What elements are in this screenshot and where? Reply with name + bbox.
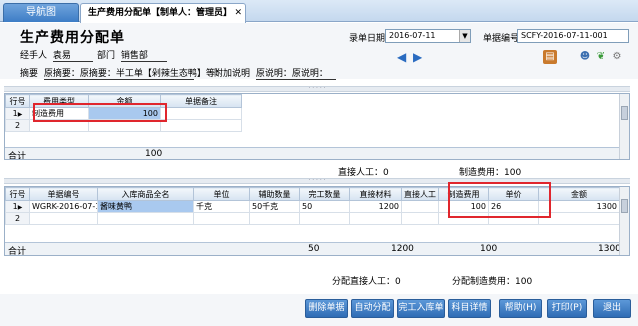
folder-icon[interactable]: ▤ bbox=[543, 50, 557, 64]
highlight-box bbox=[33, 103, 167, 122]
col-unit: 单位 bbox=[193, 187, 250, 201]
date-label: 录单日期 bbox=[349, 34, 386, 44]
qty-cell[interactable] bbox=[299, 212, 350, 225]
aux-qty-cell[interactable] bbox=[249, 212, 300, 225]
material-cell[interactable]: 1200 bbox=[349, 200, 402, 213]
highlight-box bbox=[448, 182, 551, 218]
dept-label: 部门 bbox=[97, 51, 116, 61]
finished-warehouse-button[interactable]: 完工入库单 bbox=[397, 299, 445, 318]
total-material: 1200 bbox=[391, 244, 414, 254]
close-icon[interactable]: ✕ bbox=[234, 4, 242, 22]
tab-bar: 导航图 生产费用分配单【制单人：管理员】 ✕ bbox=[0, 0, 638, 23]
total-amount: 1300 bbox=[598, 244, 621, 254]
expense-total-row: 合计 100 bbox=[5, 147, 619, 160]
tab-production-cost-allocation[interactable]: 生产费用分配单【制单人：管理员】 ✕ bbox=[80, 3, 246, 23]
delete-bill-button[interactable]: 删除单据 bbox=[305, 299, 348, 318]
manufacturing-summary: 制造费用：100 bbox=[459, 168, 522, 178]
print-button[interactable]: 打印(P) bbox=[547, 299, 587, 318]
page-title: 生产费用分配单 bbox=[20, 30, 125, 46]
unit-cell[interactable] bbox=[193, 212, 250, 225]
total-qty: 50 bbox=[308, 244, 320, 254]
unit-cell[interactable]: 千克 bbox=[193, 200, 250, 213]
labor-cell[interactable] bbox=[401, 200, 439, 213]
billno-label: 单据编号 bbox=[483, 34, 520, 44]
allocation-total-row: 合计 50 1200 100 1300 bbox=[5, 242, 621, 256]
handler-label: 经手人 bbox=[20, 51, 48, 61]
note-field: 附加说明 原说明：原说明： bbox=[214, 66, 336, 80]
gear-icon[interactable]: ⚙ bbox=[610, 50, 624, 64]
row-number: 2 bbox=[5, 119, 30, 132]
billno-cell[interactable]: WGRK-2016-07-11-0 bbox=[29, 200, 98, 213]
material-cell[interactable] bbox=[349, 212, 402, 225]
note-cell[interactable] bbox=[160, 107, 242, 120]
splitter-top[interactable]: · · · · · bbox=[4, 86, 630, 92]
alloc-mfg-summary: 分配制造费用：100 bbox=[452, 277, 533, 287]
col-qty: 完工数量 bbox=[299, 187, 350, 201]
col-bill-note: 单据备注 bbox=[160, 94, 242, 108]
qty-cell[interactable]: 50 bbox=[299, 200, 350, 213]
user-icon[interactable]: ☻ bbox=[578, 50, 592, 64]
billno-cell[interactable] bbox=[29, 212, 98, 225]
row-number: 1▶ bbox=[5, 200, 30, 213]
note-cell[interactable] bbox=[160, 119, 242, 132]
arrow-left-icon[interactable]: ◀ bbox=[397, 51, 411, 63]
summary-label: 摘要 bbox=[20, 69, 39, 79]
expense-scrollbar[interactable] bbox=[619, 94, 629, 159]
aux-qty-cell[interactable]: 50千克 bbox=[249, 200, 300, 213]
handler-field: 经手人 袁易 bbox=[20, 48, 93, 62]
tab-label: 生产费用分配单【制单人：管理员】 bbox=[88, 8, 233, 18]
handler-input[interactable]: 袁易 bbox=[52, 48, 93, 62]
button-bar: 删除单据 自动分配 完工入库单 科目详情 帮助(H) 打印(P) 退出 bbox=[0, 294, 638, 326]
total-mfg: 100 bbox=[480, 244, 498, 254]
chevron-down-icon[interactable]: ▼ bbox=[459, 30, 470, 42]
total-amount: 100 bbox=[145, 149, 163, 159]
col-material: 直接材料 bbox=[349, 187, 402, 201]
summary-field: 摘要 原摘要：原摘要：半工单【剁辣生态鸭】等： bbox=[20, 66, 224, 80]
alloc-labor-summary: 分配直接人工：0 bbox=[332, 277, 401, 287]
row-number: 1▶ bbox=[5, 107, 30, 120]
col-rownum: 行号 bbox=[5, 94, 30, 108]
arrow-right-icon[interactable]: ▶ bbox=[413, 51, 427, 63]
col-rownum: 行号 bbox=[5, 187, 30, 201]
subject-detail-button[interactable]: 科目详情 bbox=[448, 299, 491, 318]
col-billno: 单据编号 bbox=[29, 187, 98, 201]
dept-input[interactable]: 销售部 bbox=[120, 48, 167, 62]
leaf-icon[interactable]: ❦ bbox=[594, 50, 608, 64]
col-product: 入库商品全名 bbox=[97, 187, 194, 201]
auto-allocate-button[interactable]: 自动分配 bbox=[351, 299, 394, 318]
allocation-scrollbar[interactable] bbox=[619, 187, 629, 255]
product-cell[interactable]: 酱味黄鸭 bbox=[97, 200, 194, 213]
help-button[interactable]: 帮助(H) bbox=[499, 299, 542, 318]
total-label: 合计 bbox=[8, 152, 27, 160]
date-value: 2016-07-11 bbox=[389, 31, 436, 40]
note-input[interactable]: 原说明：原说明： bbox=[255, 66, 336, 80]
billno-field[interactable]: SCFY-2016-07-11-001 bbox=[517, 29, 629, 43]
date-picker[interactable]: 2016-07-11 ▼ bbox=[385, 29, 471, 43]
bill-header: 生产费用分配单 经手人 袁易 部门 销售部 摘要 原摘要：原摘要：半工单【剁辣生… bbox=[0, 23, 638, 80]
direct-labor-summary: 直接人工：0 bbox=[338, 168, 389, 178]
scrollbar-thumb[interactable] bbox=[621, 199, 628, 213]
note-label: 附加说明 bbox=[214, 69, 251, 79]
product-cell[interactable] bbox=[97, 212, 194, 225]
row-number: 2 bbox=[5, 212, 30, 225]
summary-input[interactable]: 原摘要：原摘要：半工单【剁辣生态鸭】等： bbox=[43, 66, 224, 80]
scrollbar-thumb[interactable] bbox=[621, 106, 628, 120]
col-labor: 直接人工 bbox=[401, 187, 439, 201]
labor-cell[interactable] bbox=[401, 212, 439, 225]
col-aux-qty: 辅助数量 bbox=[249, 187, 300, 201]
exit-button[interactable]: 退出 bbox=[593, 299, 631, 318]
total-label: 合计 bbox=[8, 247, 27, 256]
tab-navigation[interactable]: 导航图 bbox=[3, 3, 79, 22]
dept-field: 部门 销售部 bbox=[97, 48, 167, 62]
